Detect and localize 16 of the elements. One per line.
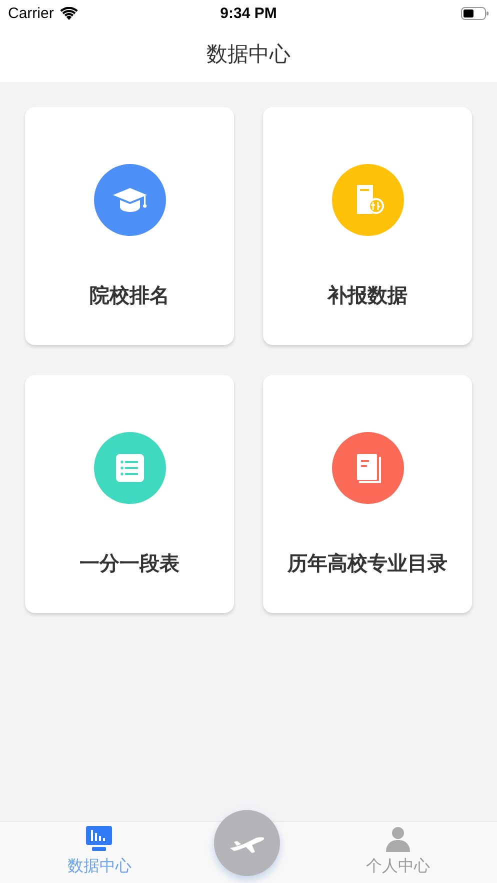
clock-time: 9:34 PM	[220, 4, 277, 22]
person-icon	[384, 826, 411, 852]
airplane-button[interactable]	[214, 810, 280, 876]
category-card[interactable]: 补报数据	[263, 107, 472, 345]
category-card[interactable]: 历年高校专业目录	[263, 375, 472, 613]
carrier-label: Carrier	[8, 4, 54, 22]
card-label: 院校排名	[90, 282, 170, 309]
card-label: 一分一段表	[80, 550, 180, 577]
card-label: 历年高校专业目录	[288, 550, 448, 577]
wifi-icon	[60, 6, 78, 20]
page-title: 数据中心	[206, 41, 290, 68]
chart-icon	[86, 826, 112, 852]
category-card[interactable]: 院校排名	[25, 107, 234, 345]
category-card[interactable]: 一分一段表	[25, 375, 234, 613]
battery-icon	[460, 6, 489, 20]
card-label: 补报数据	[328, 282, 408, 309]
